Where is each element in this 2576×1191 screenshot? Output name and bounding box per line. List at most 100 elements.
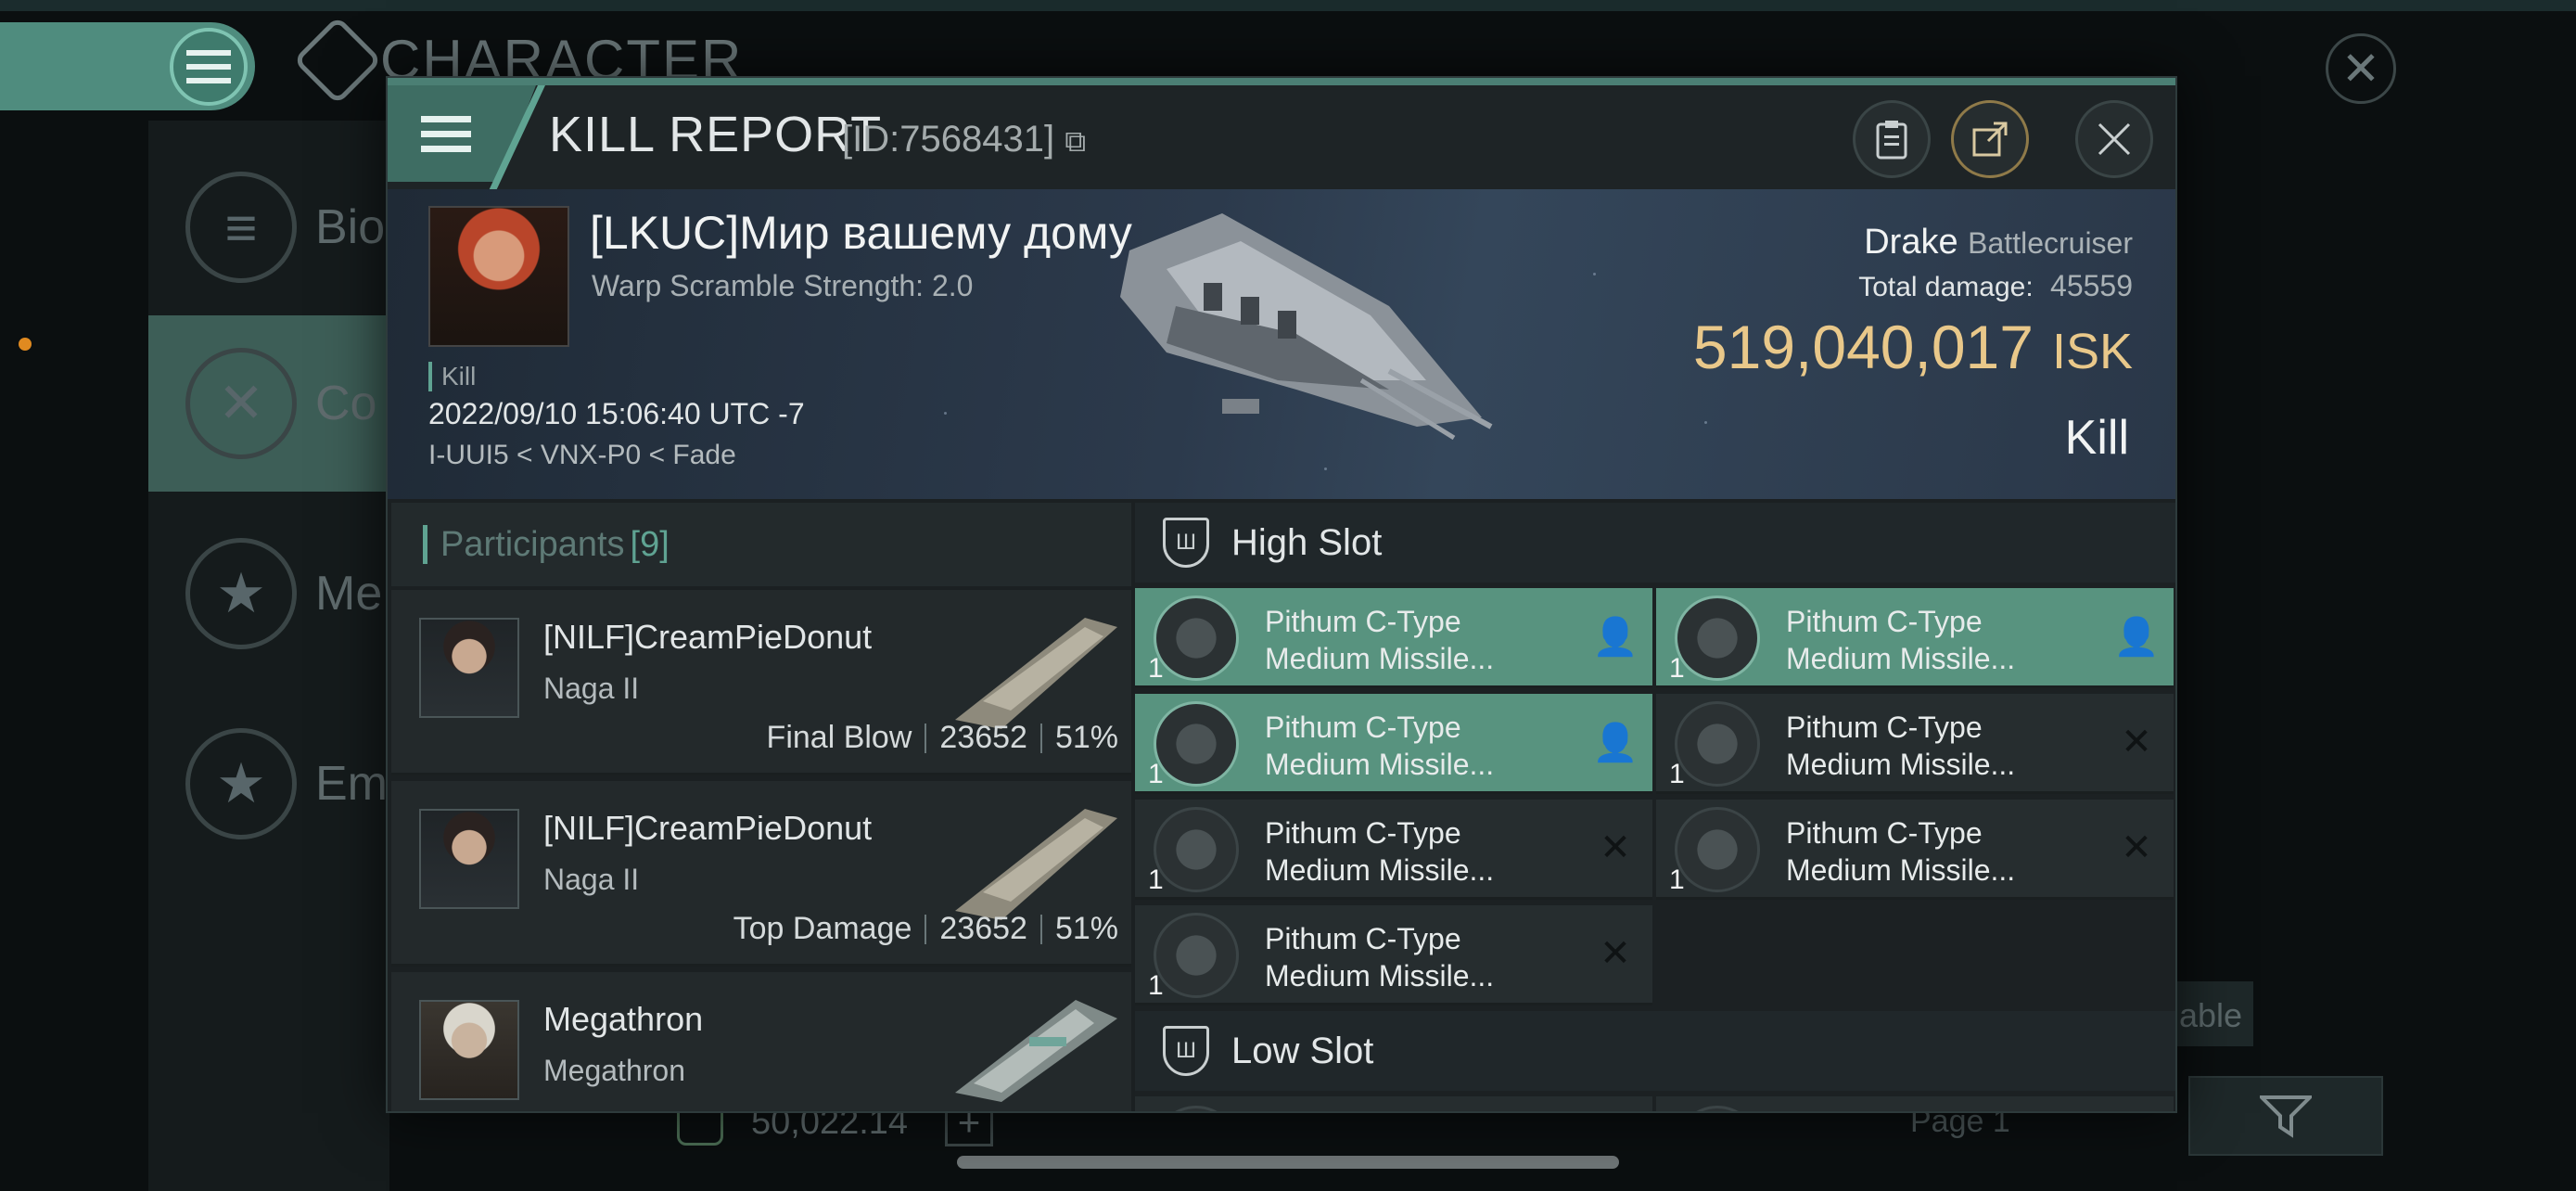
high-slot-header: Ш High Slot	[1135, 503, 2175, 583]
module-name-line1: Pithum C-Type	[1786, 816, 1983, 850]
total-damage: Total damage: 45559	[1858, 269, 2133, 303]
participants-panel: Participants [9] [NILF]CreamPieDonut Nag…	[391, 503, 1131, 1111]
background-star	[1593, 273, 1596, 275]
module-name: Pithum C-Type Medium Missile...	[1265, 709, 1589, 783]
module-name-line1: Pithum C-Type	[1265, 816, 1461, 850]
modal-top-accent	[388, 78, 2175, 85]
module-item[interactable]: 1 Pithum C-Type Medium Missile... ✕	[1656, 800, 2174, 900]
isk-amount: 519,040,017	[1692, 313, 2034, 381]
background-menu-button[interactable]	[0, 22, 255, 110]
stat-divider	[1039, 914, 1042, 944]
hamburger-icon	[421, 116, 471, 152]
participant-ship: Naga II	[543, 672, 640, 705]
module-item[interactable]: 1 Pithum C-Type Medium Missile... 👤	[1656, 588, 2174, 688]
person-icon: 👤	[2113, 616, 2160, 658]
star-badge-icon: ★	[185, 538, 297, 649]
filter-button[interactable]	[2188, 1076, 2383, 1156]
module-name: Pithum C-Type Medium Missile...	[1265, 920, 1589, 994]
participant-name: Megathron	[543, 1000, 704, 1038]
background-sidebar: ≡ Bio ✕ Co ★ Me ★ Em	[148, 121, 389, 1191]
sidebar-item-emblems[interactable]: ★ Em	[148, 696, 389, 872]
sidebar-item-label: Co	[315, 377, 377, 430]
participant-row[interactable]: [NILF]CreamPieDonut Naga II Top Damage 2…	[391, 781, 1131, 967]
module-item[interactable]: 1 Pithum C-Type Medium Missile... ✕	[1135, 905, 1652, 1005]
module-name: Pithum C-Type Medium Missile...	[1265, 603, 1589, 677]
module-name-line2: Medium Missile...	[1265, 853, 1495, 887]
participant-role: Final Blow	[766, 720, 912, 755]
victim-portrait[interactable]	[428, 206, 569, 347]
missile-launcher-icon	[1154, 701, 1239, 787]
destroyed-x-icon: ✕	[2121, 722, 2152, 762]
character-icon	[292, 15, 383, 105]
module-item[interactable]: 1 Pithum C-Type Medium Missile... 👤	[1135, 588, 1652, 688]
sidebar-item-bio[interactable]: ≡ Bio	[148, 139, 389, 315]
kill-location[interactable]: I-UUI5 < VNX-P0 < Fade	[428, 440, 736, 471]
sidebar-item-label: Me	[315, 567, 383, 621]
modal-menu-button[interactable]	[388, 85, 536, 182]
sidebar-item-medals[interactable]: ★ Me	[148, 506, 389, 682]
participant-damage: 23652	[939, 720, 1027, 755]
participant-name: [NILF]CreamPieDonut	[543, 809, 873, 847]
share-button[interactable]	[1951, 100, 2029, 178]
destroyed-x-icon: ✕	[2121, 827, 2152, 868]
background-star	[944, 412, 947, 415]
participant-row[interactable]: Megathron Megathron	[391, 972, 1131, 1111]
clipboard-icon	[1876, 121, 1907, 160]
close-button[interactable]	[2075, 100, 2153, 178]
modal-title: KILL REPORT	[549, 107, 883, 162]
victim-ship-image[interactable]	[1111, 195, 1500, 455]
module-quantity: 1	[1669, 653, 1685, 684]
low-slot-header: Ш Low Slot	[1135, 1011, 2175, 1091]
module-name: Pithum C-Type Medium Missile...	[1786, 814, 2111, 889]
participant-ship-image	[955, 618, 1117, 729]
module-item[interactable]: 1 Pithum C-Type Medium Missile... ✕	[1656, 694, 2174, 794]
victim-ship-name: Drake	[1864, 223, 1958, 262]
missile-launcher-icon	[1675, 701, 1760, 787]
kill-tag: Kill	[428, 362, 476, 391]
missile-launcher-icon	[1675, 807, 1760, 892]
participant-portrait	[419, 1000, 519, 1100]
background-close-icon[interactable]: ✕	[2326, 33, 2396, 104]
module-item-partial[interactable]: Pithum C-Type	[1656, 1096, 2174, 1111]
person-icon: 👤	[1592, 616, 1639, 658]
module-item[interactable]: 1 Pithum C-Type Medium Missile... 👤	[1135, 694, 1652, 794]
home-indicator	[957, 1156, 1619, 1169]
destroyed-x-icon: ✕	[1600, 933, 1631, 974]
missile-launcher-icon	[1154, 596, 1239, 681]
participants-label: Participants	[440, 524, 625, 564]
armor-module-icon	[1154, 1106, 1239, 1111]
report-id-text: [ID:7568431]	[842, 119, 1055, 160]
module-name-line1: Pithum C-Type	[1265, 711, 1461, 744]
copy-icon[interactable]: ⧉	[1065, 124, 1086, 158]
module-name-line1: Pithum C-Type	[1265, 922, 1461, 955]
table-button[interactable]: able	[2170, 981, 2253, 1046]
sidebar-item-label: Em	[315, 757, 388, 811]
missile-launcher-icon	[1675, 1106, 1760, 1111]
participant-row[interactable]: [NILF]CreamPieDonut Naga II Final Blow 2…	[391, 590, 1131, 775]
share-icon	[1972, 122, 2008, 157]
module-item[interactable]: 1 Pithum C-Type Medium Missile... ✕	[1135, 800, 1652, 900]
stat-divider	[925, 723, 927, 753]
clipboard-button[interactable]	[1853, 100, 1931, 178]
modal-header: KILL REPORT [ID:7568431] ⧉	[388, 85, 2175, 197]
stat-divider	[1039, 723, 1042, 753]
module-quantity: 1	[1148, 970, 1164, 1001]
participant-percent: 51%	[1054, 911, 1118, 946]
module-name-line2: Medium Missile...	[1265, 642, 1495, 675]
stat-divider	[925, 914, 927, 944]
participants-count: [9]	[630, 524, 670, 564]
crossed-swords-icon: ✕	[185, 348, 297, 459]
module-name-line1: Pithum C-Type	[1786, 605, 1983, 638]
victim-banner: [LKUC]Мир вашему дому Warp Scramble Stre…	[388, 189, 2175, 499]
participant-name: [NILF]CreamPieDonut	[543, 618, 873, 656]
sidebar-item-combat[interactable]: ✕ Co	[148, 315, 389, 492]
module-quantity: 1	[1669, 759, 1685, 789]
header-accent-bar	[423, 525, 427, 564]
victim-name[interactable]: [LKUC]Мир вашему дому	[590, 206, 1132, 260]
kill-datetime: 2022/09/10 15:06:40 UTC -7	[428, 397, 805, 430]
report-id: [ID:7568431] ⧉	[842, 119, 1086, 160]
warp-scramble-strength: Warp Scramble Strength: 2.0	[592, 269, 974, 302]
module-item-partial[interactable]: Sisters C-Type	[1135, 1096, 1652, 1111]
background-star	[1704, 421, 1707, 424]
person-icon: 👤	[1592, 722, 1639, 763]
